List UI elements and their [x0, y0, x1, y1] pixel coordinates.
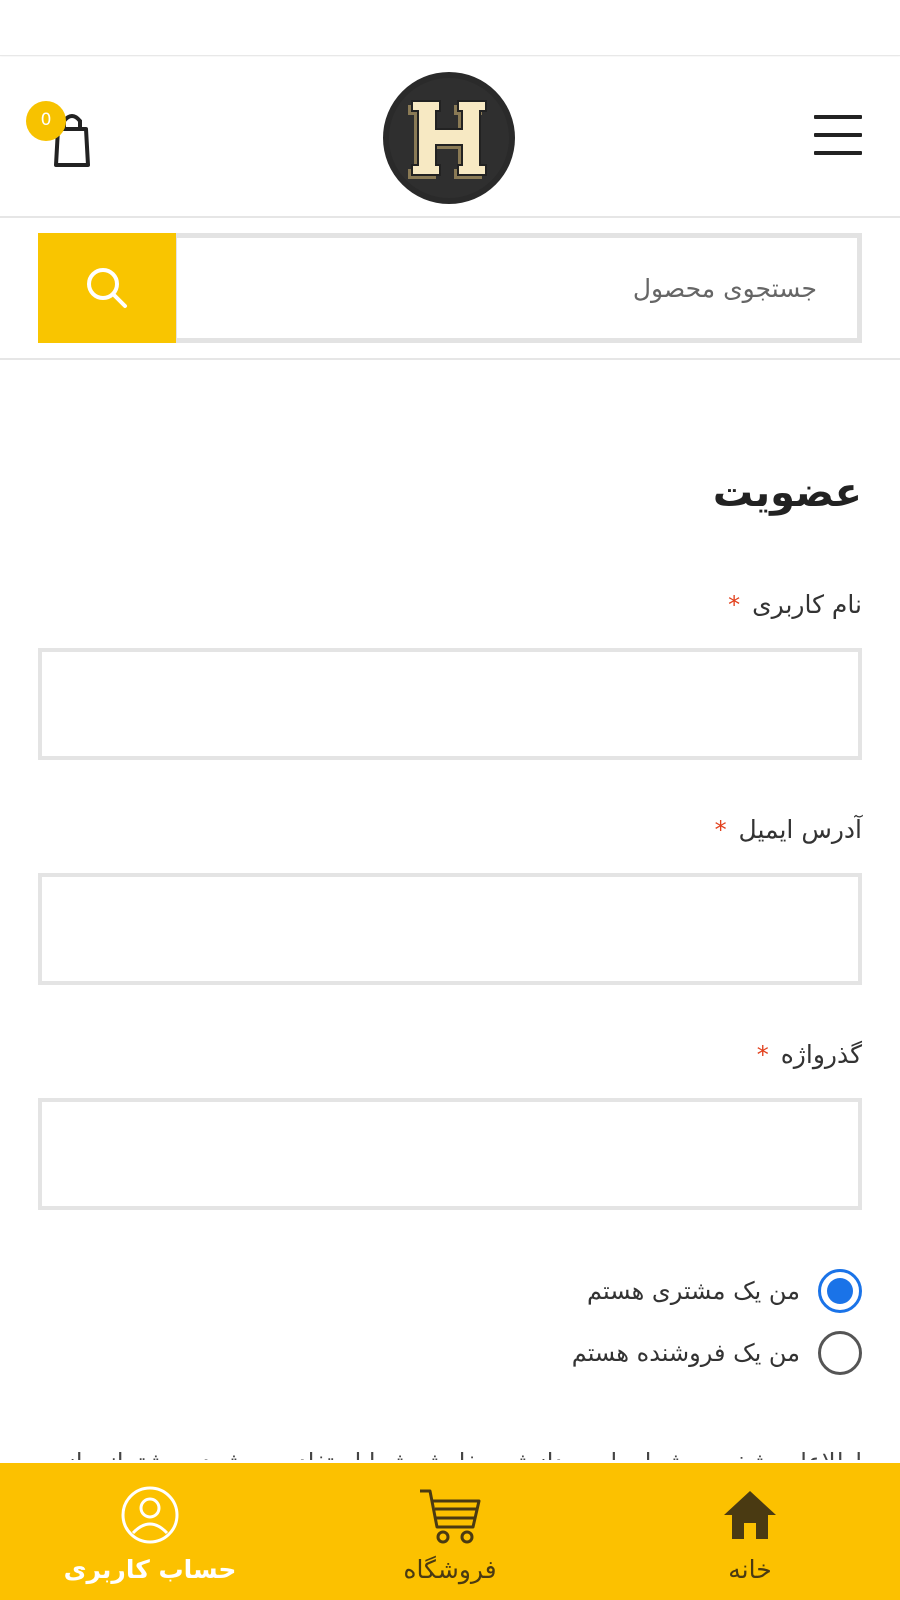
email-label: آدرس ایمیل * — [715, 815, 862, 844]
email-label-text: آدرس ایمیل — [738, 815, 862, 844]
radio-vendor-label: من یک فروشنده هستم — [571, 1339, 800, 1367]
required-mark: * — [756, 1041, 769, 1069]
radio-customer[interactable] — [818, 1269, 862, 1313]
header: 0 — [0, 57, 900, 218]
email-field[interactable] — [38, 873, 862, 985]
role-option-vendor[interactable]: من یک فروشنده هستم — [572, 1330, 862, 1376]
password-label-text: گذرواژه — [780, 1040, 862, 1069]
shopping-cart-icon — [420, 1489, 481, 1544]
username-field[interactable] — [38, 648, 862, 760]
search-icon — [87, 268, 127, 308]
search-button[interactable] — [38, 233, 176, 343]
search-input[interactable] — [172, 233, 862, 343]
cart-count-badge: 0 — [26, 101, 66, 141]
bottom-nav: حساب کاربری فروشگاه خانه — [0, 1463, 900, 1600]
menu-line — [814, 115, 862, 119]
radio-vendor[interactable] — [818, 1331, 862, 1375]
password-label: گذرواژه * — [757, 1040, 862, 1069]
username-label-text: نام کاربری — [752, 590, 862, 619]
page-title: عضویت — [712, 470, 862, 516]
status-bar — [0, 0, 900, 56]
divider — [0, 358, 900, 360]
menu-line — [814, 151, 862, 155]
required-mark: * — [728, 591, 741, 619]
menu-line — [814, 133, 862, 137]
nav-item-shop[interactable]: فروشگاه — [300, 1463, 600, 1600]
cart-button[interactable]: 0 — [26, 101, 96, 171]
role-option-customer[interactable]: من یک مشتری هستم — [587, 1268, 862, 1314]
nav-item-home[interactable]: خانه — [600, 1463, 900, 1600]
site-logo[interactable] — [382, 71, 516, 205]
nav-item-account[interactable]: حساب کاربری — [0, 1463, 300, 1600]
nav-label-shop: فروشگاه — [403, 1555, 497, 1584]
required-mark: * — [714, 816, 727, 844]
radio-customer-label: من یک مشتری هستم — [587, 1277, 800, 1305]
nav-label-home: خانه — [728, 1555, 772, 1584]
username-label: نام کاربری * — [728, 590, 862, 619]
search-bar — [38, 233, 862, 343]
hamburger-menu-button[interactable] — [814, 115, 862, 155]
privacy-text: اطلاعات شخصی شما برای پردازش سفارش شما ا… — [38, 1442, 862, 1460]
user-circle-icon — [121, 1486, 179, 1544]
password-field[interactable] — [38, 1098, 862, 1210]
nav-label-account: حساب کاربری — [63, 1555, 237, 1584]
home-icon — [724, 1491, 776, 1539]
